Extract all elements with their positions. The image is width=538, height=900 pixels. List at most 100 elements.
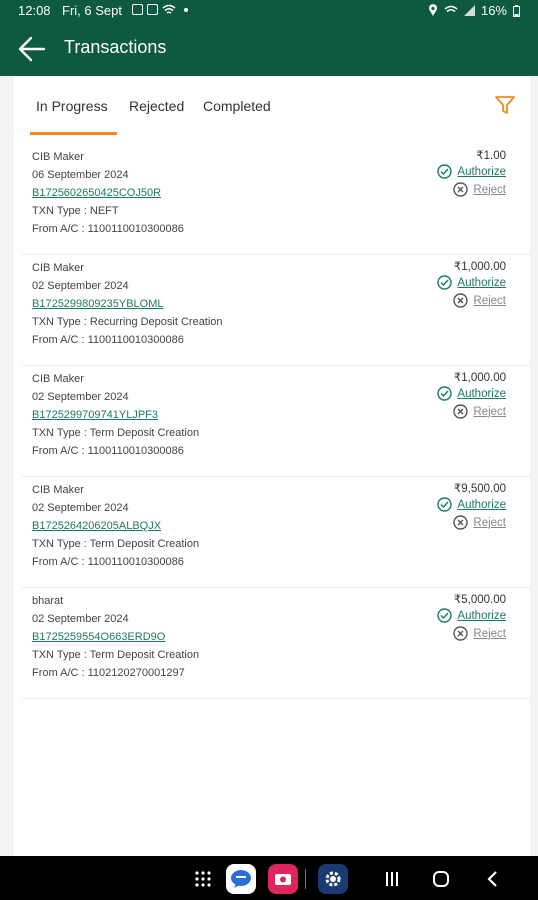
messages-app-icon[interactable] [226, 864, 256, 894]
camera-app-icon[interactable] [268, 864, 298, 894]
txn-type: TXN Type : Recurring Deposit Creation [32, 316, 223, 328]
txn-amount: ₹9,500.00 [453, 483, 506, 495]
reject-label: Reject [473, 405, 506, 418]
reject-label: Reject [473, 516, 506, 529]
maker-name: CIB Maker [32, 262, 84, 274]
transaction-list: CIB Maker 06 September 2024 B17256026504… [14, 144, 530, 699]
nav-divider [305, 869, 306, 889]
authorize-label: Authorize [457, 276, 506, 289]
from-account: From A/C : 1100110010300086 [32, 334, 184, 346]
txn-amount: ₹5,000.00 [453, 594, 506, 606]
from-account: From A/C : 1100110010300086 [32, 223, 184, 235]
settings-app-icon[interactable] [318, 864, 348, 894]
battery-percent: 16% [480, 3, 507, 18]
authorize-button[interactable]: Authorize [437, 386, 506, 401]
chat-bubble-icon [231, 870, 251, 888]
authorize-label: Authorize [457, 165, 506, 178]
check-circle-icon [437, 386, 453, 401]
battery-icon [513, 4, 520, 17]
reject-label: Reject [473, 627, 506, 640]
check-circle-icon [437, 275, 453, 290]
txn-date: 02 September 2024 [32, 502, 129, 514]
dot-icon [184, 7, 188, 12]
txn-reference-link[interactable]: B1725602650425COJ50R [32, 184, 184, 202]
status-time: 12:08 [18, 3, 51, 18]
transaction-row[interactable]: CIB Maker 02 September 2024 B17252642062… [22, 477, 530, 588]
notification-icon [147, 4, 158, 15]
reject-button[interactable]: Reject [453, 293, 506, 308]
txn-type: TXN Type : Term Deposit Creation [32, 538, 200, 550]
tab-completed[interactable]: Completed [203, 98, 271, 114]
x-circle-icon [453, 626, 469, 641]
txn-amount: ₹1,000.00 [453, 261, 506, 273]
reject-button[interactable]: Reject [453, 404, 506, 419]
active-tab-indicator [30, 132, 117, 135]
authorize-button[interactable]: Authorize [437, 497, 506, 512]
page-title: Transactions [64, 37, 167, 57]
video-camera-icon [275, 874, 291, 885]
transaction-row[interactable]: CIB Maker 02 September 2024 B17252997097… [22, 366, 530, 477]
x-circle-icon [453, 293, 469, 308]
app-drawer-icon[interactable] [194, 870, 212, 888]
maker-name: CIB Maker [32, 484, 84, 496]
home-icon[interactable] [432, 870, 450, 888]
txn-amount: ₹1,000.00 [453, 372, 506, 384]
tab-in-progress[interactable]: In Progress [36, 98, 108, 114]
wifi-icon [162, 4, 176, 14]
from-account: From A/C : 1102120270001297 [32, 667, 185, 679]
recent-apps-icon[interactable] [384, 871, 400, 887]
authorize-button[interactable]: Authorize [437, 608, 506, 623]
from-account: From A/C : 1100110010300086 [32, 556, 184, 568]
cell-signal-icon [463, 5, 475, 16]
tab-bar: In Progress Rejected Completed [14, 76, 530, 136]
transaction-row[interactable]: CIB Maker 02 September 2024 B17252998092… [22, 255, 530, 366]
tab-rejected[interactable]: Rejected [129, 98, 184, 114]
txn-reference-link[interactable]: B1725259554O663ERD9O [32, 628, 199, 646]
maker-name: bharat [32, 595, 64, 607]
x-circle-icon [453, 515, 469, 530]
location-icon [428, 4, 437, 16]
from-account: From A/C : 1100110010300086 [32, 445, 184, 457]
authorize-button[interactable]: Authorize [437, 164, 506, 179]
check-circle-icon [437, 608, 453, 623]
maker-name: CIB Maker [32, 373, 84, 385]
reject-button[interactable]: Reject [453, 626, 506, 641]
system-nav-bar [0, 856, 538, 900]
status-right: 16% [428, 3, 520, 18]
txn-type: TXN Type : Term Deposit Creation [32, 649, 200, 661]
authorize-label: Authorize [457, 609, 506, 622]
txn-date: 02 September 2024 [32, 391, 129, 403]
check-circle-icon [437, 497, 453, 512]
authorize-button[interactable]: Authorize [437, 275, 506, 290]
txn-reference-link[interactable]: B1725299709741YLJPF3 [32, 406, 199, 424]
back-icon[interactable] [486, 870, 498, 888]
transaction-row[interactable]: CIB Maker 06 September 2024 B17256026504… [22, 144, 530, 255]
txn-date: 02 September 2024 [32, 613, 129, 625]
txn-date: 06 September 2024 [32, 169, 129, 181]
transaction-row[interactable]: bharat 02 September 2024 B1725259554O663… [22, 588, 530, 699]
reject-button[interactable]: Reject [453, 515, 506, 530]
check-circle-icon [437, 164, 453, 179]
txn-reference-link[interactable]: B1725299809235YBLOML [32, 295, 223, 313]
app-bar: Transactions [0, 22, 538, 76]
transactions-panel: In Progress Rejected Completed CIB Maker… [14, 76, 530, 856]
txn-type: TXN Type : Term Deposit Creation [32, 427, 200, 439]
authorize-label: Authorize [457, 387, 506, 400]
reject-label: Reject [473, 294, 506, 307]
reject-button[interactable]: Reject [453, 182, 506, 197]
txn-reference-link[interactable]: B1725264206205ALBQJX [32, 517, 199, 535]
reject-label: Reject [473, 183, 506, 196]
x-circle-icon [453, 182, 469, 197]
x-circle-icon [453, 404, 469, 419]
back-arrow-icon[interactable] [18, 36, 46, 62]
gear-icon [325, 871, 341, 887]
txn-type: TXN Type : NEFT [32, 205, 119, 217]
status-date: Fri, 6 Sept [62, 3, 122, 18]
filter-icon[interactable] [494, 94, 516, 116]
maker-name: CIB Maker [32, 151, 84, 163]
status-bar: 12:08 Fri, 6 Sept 16% [0, 0, 538, 22]
authorize-label: Authorize [457, 498, 506, 511]
notification-icon [132, 4, 143, 15]
txn-amount: ₹1.00 [476, 150, 506, 162]
txn-date: 02 September 2024 [32, 280, 129, 292]
